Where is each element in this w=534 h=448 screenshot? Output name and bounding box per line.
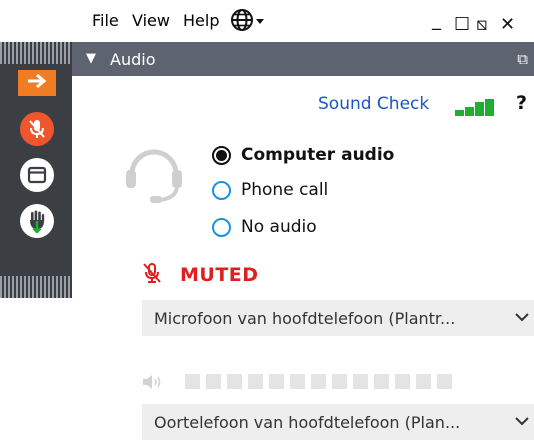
minimize-button[interactable]: _ — [432, 10, 441, 31]
chevron-down-icon[interactable] — [514, 306, 530, 332]
radio-button[interactable] — [212, 180, 231, 200]
toolbar-grip-bottom[interactable] — [0, 276, 72, 298]
globe-icon[interactable] — [230, 8, 266, 36]
undock-icon[interactable]: ⧉ — [517, 50, 528, 68]
speaker-level-segment — [437, 374, 452, 389]
hand-icon — [20, 204, 54, 238]
speaker-select[interactable]: Oortelefoon van hoofdtelefoon (Plan... — [142, 404, 534, 440]
radio-label: Phone call — [241, 180, 329, 200]
audio-panel-header[interactable]: ▼ Audio ⧉ — [72, 42, 534, 76]
radio-button[interactable] — [212, 145, 231, 165]
radio-label: No audio — [241, 217, 317, 237]
restore-button[interactable]: ☐ — [454, 14, 470, 35]
help-button[interactable]: ? — [516, 92, 527, 114]
signal-strength-icon — [455, 94, 495, 116]
speaker-selected-value: Oortelefoon van hoofdtelefoon (Plan... — [154, 412, 461, 432]
microphone-selected-value: Microfoon van hoofdtelefoon (Plantr... — [154, 308, 456, 328]
close-button[interactable]: ✕ — [500, 14, 515, 35]
speaker-level-segment — [374, 374, 389, 389]
speaker-level-segment — [332, 374, 347, 389]
speaker-level-segment — [206, 374, 221, 389]
mic-muted-icon — [20, 112, 54, 146]
speaker-level-segment — [269, 374, 284, 389]
speaker-level-segment — [311, 374, 326, 389]
expand-button[interactable]: ⧅ — [476, 14, 487, 35]
triangle-down-icon[interactable]: ▼ — [86, 51, 96, 66]
headset-icon — [122, 140, 186, 212]
radio-phone-call[interactable]: Phone call — [212, 177, 328, 203]
expand-panel-button[interactable] — [18, 70, 56, 96]
side-toolbar — [0, 42, 72, 298]
raise-hand-button[interactable] — [18, 202, 56, 240]
panel-title: Audio — [110, 50, 156, 69]
speaker-level-segment — [227, 374, 242, 389]
speaker-level-segment — [416, 374, 431, 389]
arrow-right-icon — [26, 73, 48, 93]
microphone-select[interactable]: Microfoon van hoofdtelefoon (Plantr... — [142, 300, 534, 336]
speaker-volume-icon — [142, 374, 168, 394]
menu-help[interactable]: Help — [183, 11, 219, 30]
speaker-level-segment — [248, 374, 263, 389]
mic-muted-icon — [142, 262, 162, 288]
chevron-down-icon[interactable] — [514, 410, 530, 436]
radio-label: Computer audio — [241, 145, 395, 165]
speaker-level-segment — [395, 374, 410, 389]
radio-computer-audio[interactable]: Computer audio — [212, 142, 394, 168]
menu-bar: File View Help _ ☐ ⧅ ✕ — [72, 0, 534, 42]
speaker-level-segment — [185, 374, 200, 389]
speaker-level-segment — [290, 374, 305, 389]
radio-no-audio[interactable]: No audio — [212, 214, 317, 240]
audio-panel-content: Sound Check ? Computer audio Phone call … — [72, 76, 534, 448]
muted-label: MUTED — [180, 264, 259, 286]
mute-microphone-button[interactable] — [18, 110, 56, 148]
speaker-level-segment — [353, 374, 368, 389]
share-screen-button[interactable] — [18, 156, 56, 194]
sound-check-link[interactable]: Sound Check — [318, 94, 429, 114]
menu-file[interactable]: File — [92, 11, 119, 30]
toolbar-grip-top[interactable] — [0, 42, 72, 64]
window-icon — [20, 158, 54, 192]
menu-view[interactable]: View — [132, 11, 170, 30]
radio-button[interactable] — [212, 217, 231, 237]
muted-status: MUTED — [142, 262, 259, 288]
